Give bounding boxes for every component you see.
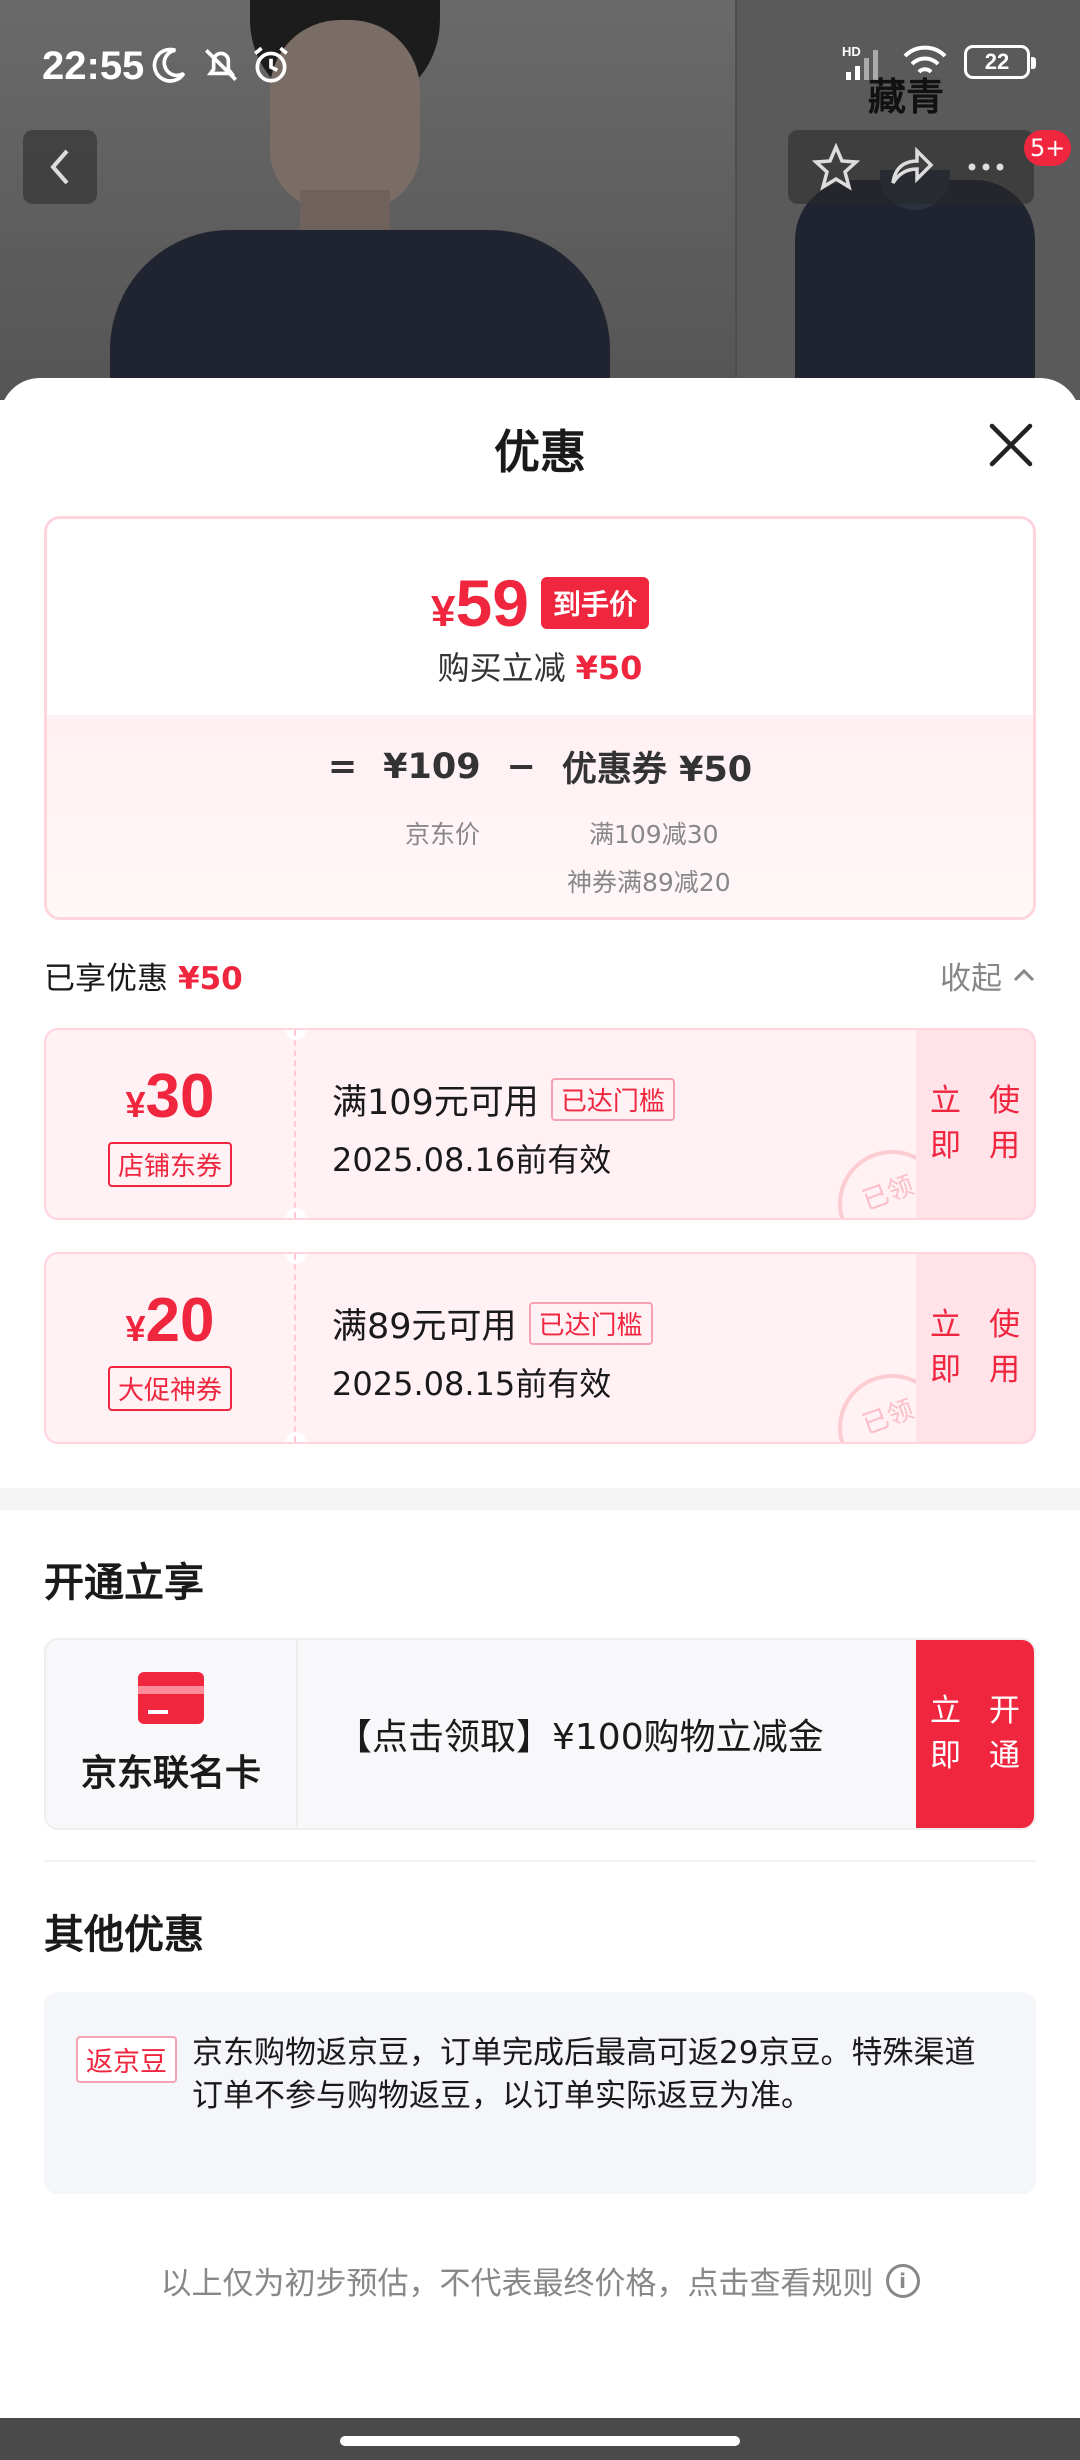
other-section-title: 其他优惠: [44, 1912, 204, 1958]
chevron-left-icon: [50, 149, 69, 185]
top-actions: [788, 130, 1034, 204]
coupon-card: ¥20 大促神券 满89元可用 已达门槛 2025.08.15前有效 已领 立即使…: [44, 1252, 1036, 1444]
back-button[interactable]: [23, 130, 97, 204]
threshold-reached-badge: 已达门槛: [550, 1078, 675, 1121]
star-icon[interactable]: [811, 143, 860, 191]
chevron-up-icon: [1013, 968, 1035, 982]
open-section-title: 开通立享: [44, 1560, 204, 1606]
final-price: ¥59: [431, 566, 529, 640]
message-badge: 5+: [1024, 130, 1072, 166]
enjoyed-discount-row: 已享优惠 ¥50 收起: [44, 950, 1036, 1000]
jd-price-label: 京东价: [405, 820, 481, 849]
disclaimer-link[interactable]: 以上仅为初步预估，不代表最终价格，点击查看规则 i: [0, 2258, 1080, 2303]
open-now-button[interactable]: 立即 开通: [916, 1640, 1034, 1828]
price-summary-card: ¥59 到手价 购买立减 ¥50 = ¥109 − 优惠券 ¥50 京东价 满10…: [44, 516, 1036, 920]
battery-indicator: 22: [964, 45, 1036, 79]
card-offer-text[interactable]: 【点击领取】¥100购物立减金: [336, 1640, 824, 1828]
price-formula: = ¥109 − 优惠券 ¥50: [47, 741, 1033, 792]
coupon-type: 店铺东券: [107, 1142, 232, 1187]
coupon-amount: ¥20: [125, 1286, 215, 1355]
coupon-validity: 2025.08.15前有效: [332, 1365, 612, 1403]
credit-card-icon: [138, 1672, 204, 1724]
close-icon[interactable]: [986, 420, 1036, 470]
coupon-detail: 神券满89减20: [567, 868, 731, 897]
bean-rebate-tag: 返京豆: [76, 2036, 177, 2083]
use-now-button[interactable]: 立即 使用: [916, 1030, 1034, 1218]
instant-save-line: 购买立减 ¥50: [437, 649, 643, 687]
coupon-amount: ¥30: [125, 1062, 215, 1131]
final-price-tag: 到手价: [540, 577, 649, 629]
moon-icon: [152, 47, 186, 83]
coupon-condition: 满89元可用: [332, 1307, 517, 1347]
share-icon[interactable]: [887, 143, 935, 191]
more-icon[interactable]: [962, 143, 1010, 191]
collapse-button[interactable]: 收起: [940, 953, 1036, 998]
threshold-reached-badge: 已达门槛: [528, 1302, 653, 1345]
card-name: 京东联名卡: [80, 1753, 261, 1794]
mute-bell-icon: [205, 49, 237, 81]
gesture-bar: [0, 2418, 1080, 2460]
coupon-type: 大促神券: [107, 1366, 232, 1411]
use-now-button[interactable]: 立即 使用: [916, 1254, 1034, 1442]
info-icon: i: [885, 2263, 920, 2298]
bean-rebate-box: 返京豆 京东购物返京豆，订单完成后最高可返29京豆。特殊渠道订单不参与购物返豆，…: [44, 1992, 1036, 2194]
discount-sheet: 优惠 ¥59 到手价 购买立减 ¥50 = ¥109 − 优惠券 ¥50 京东价 …: [0, 378, 1080, 2418]
coupon-card: ¥30 店铺东券 满109元可用 已达门槛 2025.08.16前有效 已领 立即…: [44, 1028, 1036, 1220]
sheet-title: 优惠: [494, 425, 586, 479]
jd-price: ¥109: [383, 746, 481, 787]
coupon-validity: 2025.08.16前有效: [332, 1141, 612, 1179]
bean-rebate-text: 京东购物返京豆，订单完成后最高可返29京豆。特殊渠道订单不参与购物返豆，以订单实…: [192, 2035, 976, 2115]
coupon-condition: 满109元可用: [332, 1083, 539, 1123]
coupon-total: 优惠券 ¥50: [561, 750, 753, 790]
alarm-icon: [254, 46, 288, 83]
co-branded-card-offer: 京东联名卡 【点击领取】¥100购物立减金 立即 开通: [44, 1638, 1036, 1830]
home-indicator[interactable]: [340, 2436, 740, 2446]
svg-text:HD: HD: [842, 44, 861, 59]
status-time: 22:55: [42, 44, 145, 88]
coupon-detail: 满109减30: [589, 820, 719, 849]
brand-mark: 藏青: [868, 75, 945, 119]
